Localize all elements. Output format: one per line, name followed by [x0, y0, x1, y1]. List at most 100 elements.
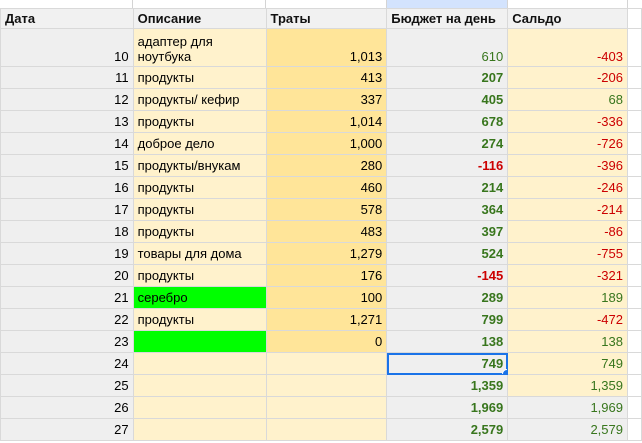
description-cell[interactable]: серебро	[132, 286, 267, 309]
description-cell[interactable]	[132, 352, 267, 375]
date-cell[interactable]: 24	[0, 352, 134, 375]
daily-budget-cell[interactable]: 138	[386, 330, 509, 353]
daily-budget-cell[interactable]: 799	[386, 308, 509, 331]
spent-cell[interactable]	[265, 374, 388, 397]
spent-cell[interactable]: 1,279	[265, 242, 388, 265]
balance-cell[interactable]: -403	[507, 28, 628, 67]
header-spent[interactable]: Траты	[265, 8, 388, 29]
date-cell[interactable]: 10	[0, 28, 134, 67]
date-cell[interactable]: 23	[0, 330, 134, 353]
daily-budget-cell[interactable]: 610	[386, 28, 509, 67]
description-cell[interactable]: продукты	[132, 176, 267, 199]
description-cell[interactable]: доброе дело	[132, 132, 267, 155]
empty-cell[interactable]	[626, 28, 642, 67]
date-cell[interactable]: 14	[0, 132, 134, 155]
header-balance[interactable]: Сальдо	[507, 8, 628, 29]
spent-cell[interactable]: 578	[265, 198, 388, 221]
daily-budget-cell[interactable]: 207	[386, 66, 509, 89]
balance-cell[interactable]: -336	[507, 110, 628, 133]
empty-cell[interactable]	[626, 330, 642, 353]
spent-cell[interactable]: 1,000	[265, 132, 388, 155]
empty-cell[interactable]	[626, 374, 642, 397]
date-cell[interactable]: 15	[0, 154, 134, 177]
description-cell[interactable]: продукты	[132, 308, 267, 331]
date-cell[interactable]: 27	[0, 418, 134, 441]
spent-cell[interactable]: 176	[265, 264, 388, 287]
spent-cell[interactable]	[265, 396, 388, 419]
daily-budget-cell[interactable]: 214	[386, 176, 509, 199]
daily-budget-cell[interactable]: 364	[386, 198, 509, 221]
date-cell[interactable]: 17	[0, 198, 134, 221]
description-cell[interactable]: продукты	[132, 198, 267, 221]
balance-cell[interactable]: -86	[507, 220, 628, 243]
date-cell[interactable]: 25	[0, 374, 134, 397]
daily-budget-cell[interactable]: 524	[386, 242, 509, 265]
balance-cell[interactable]: 2,579	[507, 418, 628, 441]
description-cell[interactable]: продукты	[132, 264, 267, 287]
empty-cell[interactable]	[626, 220, 642, 243]
empty-cell[interactable]	[626, 154, 642, 177]
description-cell[interactable]: продукты	[132, 66, 267, 89]
header-daily-budget[interactable]: Бюджет на день	[386, 8, 509, 29]
empty-cell[interactable]	[626, 418, 642, 441]
date-cell[interactable]: 16	[0, 176, 134, 199]
empty-cell[interactable]	[626, 198, 642, 221]
empty-cell[interactable]	[626, 242, 642, 265]
balance-cell[interactable]: -755	[507, 242, 628, 265]
balance-cell[interactable]: -472	[507, 308, 628, 331]
empty-cell[interactable]	[626, 286, 642, 309]
empty-cell[interactable]	[626, 352, 642, 375]
date-cell[interactable]: 19	[0, 242, 134, 265]
description-cell[interactable]: товары для дома	[132, 242, 267, 265]
description-cell[interactable]: продукты	[132, 110, 267, 133]
date-cell[interactable]: 11	[0, 66, 134, 89]
daily-budget-cell[interactable]: 274	[386, 132, 509, 155]
date-cell[interactable]: 22	[0, 308, 134, 331]
empty-cell[interactable]	[626, 8, 642, 29]
daily-budget-cell[interactable]: 678	[386, 110, 509, 133]
spent-cell[interactable]	[265, 418, 388, 441]
spent-cell[interactable]: 413	[265, 66, 388, 89]
selected-column-indicator[interactable]	[387, 0, 508, 8]
balance-cell[interactable]: -321	[507, 264, 628, 287]
daily-budget-cell[interactable]: 289	[386, 286, 509, 309]
empty-cell[interactable]	[626, 132, 642, 155]
empty-cell[interactable]	[626, 396, 642, 419]
daily-budget-cell[interactable]: 1,969	[386, 396, 509, 419]
header-description[interactable]: Описание	[132, 8, 267, 29]
balance-cell[interactable]: 138	[507, 330, 628, 353]
daily-budget-cell[interactable]: -145	[386, 264, 509, 287]
description-cell[interactable]	[132, 374, 267, 397]
balance-cell[interactable]: -214	[507, 198, 628, 221]
spent-cell[interactable]: 483	[265, 220, 388, 243]
spent-cell[interactable]	[265, 352, 388, 375]
spent-cell[interactable]: 1,014	[265, 110, 388, 133]
date-cell[interactable]: 18	[0, 220, 134, 243]
daily-budget-cell[interactable]: -116	[386, 154, 509, 177]
description-cell[interactable]	[132, 418, 267, 441]
header-date[interactable]: Дата	[0, 8, 134, 29]
date-cell[interactable]: 20	[0, 264, 134, 287]
spent-cell[interactable]: 337	[265, 88, 388, 111]
balance-cell[interactable]: -246	[507, 176, 628, 199]
daily-budget-cell[interactable]: 2,579	[386, 418, 509, 441]
description-cell[interactable]: адаптер для ноутбука	[132, 28, 267, 67]
description-cell[interactable]: продукты/внукам	[132, 154, 267, 177]
daily-budget-cell[interactable]: 749	[386, 352, 509, 375]
spent-cell[interactable]: 1,271	[265, 308, 388, 331]
date-cell[interactable]: 26	[0, 396, 134, 419]
date-cell[interactable]: 12	[0, 88, 134, 111]
empty-cell[interactable]	[626, 176, 642, 199]
empty-cell[interactable]	[626, 110, 642, 133]
empty-cell[interactable]	[626, 264, 642, 287]
date-cell[interactable]: 21	[0, 286, 134, 309]
description-cell[interactable]	[132, 330, 267, 353]
balance-cell[interactable]: 1,969	[507, 396, 628, 419]
date-cell[interactable]: 13	[0, 110, 134, 133]
spent-cell[interactable]: 460	[265, 176, 388, 199]
spent-cell[interactable]: 0	[265, 330, 388, 353]
description-cell[interactable]: продукты	[132, 220, 267, 243]
balance-cell[interactable]: 1,359	[507, 374, 628, 397]
balance-cell[interactable]: 749	[507, 352, 628, 375]
balance-cell[interactable]: 68	[507, 88, 628, 111]
